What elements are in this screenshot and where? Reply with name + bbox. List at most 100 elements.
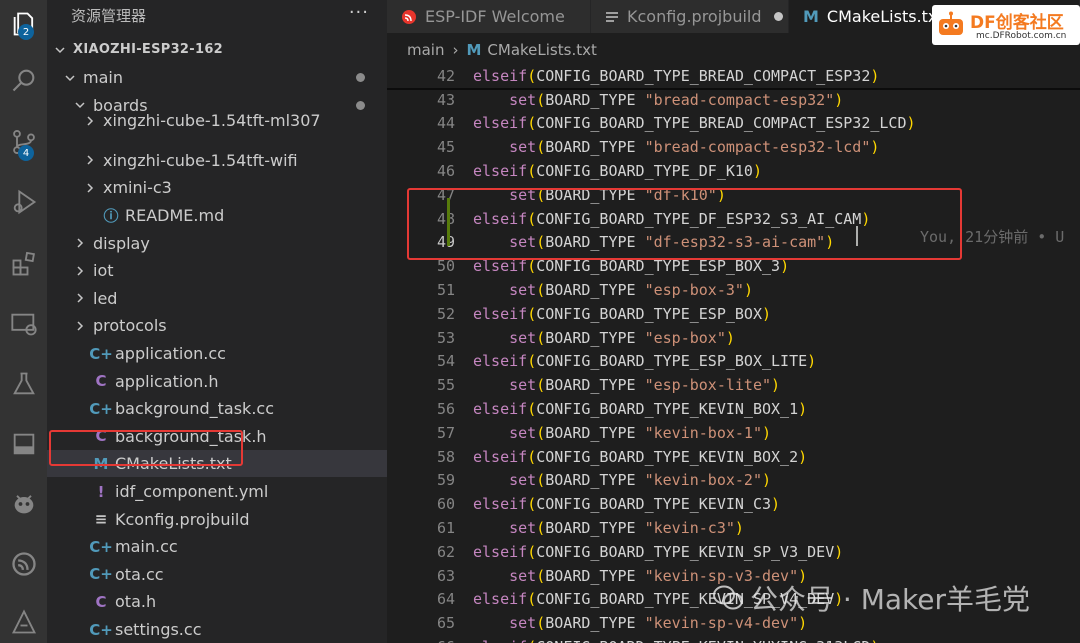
line-number: 59 <box>436 471 455 490</box>
config-token: CONFIG_BOARD_TYPE_ESP_BOX_LITE <box>536 352 808 371</box>
tree-item-label: application.cc <box>115 344 226 363</box>
platformio-button[interactable] <box>0 480 47 528</box>
tree-item-label: iot <box>93 261 114 281</box>
config-token: CONFIG_BOARD_TYPE_BREAD_COMPACT_ESP32 <box>536 66 871 85</box>
logo-url: mc.DFRobot.com.cn <box>976 31 1067 41</box>
code-line[interactable]: 57 set(BOARD_TYPE "kevin-box-1") <box>387 421 1080 445</box>
chevron-right-icon <box>83 155 97 165</box>
line-number: 54 <box>436 352 455 371</box>
code-line[interactable]: 54 elseif(CONFIG_BOARD_TYPE_ESP_BOX_LITE) <box>387 350 1080 374</box>
line-number: 60 <box>436 495 455 514</box>
config-token: CONFIG_BOARD_TYPE_ESP_BOX <box>536 304 762 323</box>
search-button[interactable] <box>0 56 47 104</box>
unsaved-dot-icon <box>773 12 783 21</box>
tree-item-label: xingzhi-cube-1.54tft-wifi <box>103 150 298 170</box>
tree-item[interactable]: Cota.h <box>47 588 387 615</box>
cpp-file-icon: C+ <box>89 565 113 584</box>
sticky-scroll-shadow <box>387 88 1080 90</box>
watermark-text: 公众号 · Maker羊毛党 <box>750 583 1030 616</box>
tree-item[interactable]: iot <box>47 257 387 284</box>
more-actions-button[interactable]: ··· <box>349 2 369 23</box>
run-debug-button[interactable] <box>0 178 47 226</box>
breadcrumb-folder[interactable]: main <box>407 41 444 59</box>
chevron-right-icon <box>73 321 87 331</box>
chevron-down-icon <box>53 45 67 55</box>
keyword-token: set <box>509 138 537 157</box>
code-line[interactable]: 55 set(BOARD_TYPE "esp-box-lite") <box>387 373 1080 397</box>
tab-esp-idf-welcome[interactable]: ESP-IDF Welcome <box>387 0 591 33</box>
tree-item-label: settings.cc <box>115 620 202 639</box>
extensions-button[interactable] <box>0 240 47 288</box>
panel-button[interactable] <box>0 420 47 468</box>
tree-item[interactable]: C+ background_task.cc <box>47 395 387 422</box>
tree-item[interactable]: ! idf_component.yml <box>47 478 387 505</box>
tree-item[interactable]: C+ ota.cc <box>47 561 387 588</box>
code-line[interactable]: 46 elseif(CONFIG_BOARD_TYPE_DF_K10) <box>387 159 1080 183</box>
tree-item[interactable]: xingzhi-cube-1.54tft-ml307 <box>47 107 387 134</box>
tree-item[interactable]: protocols <box>47 312 387 339</box>
tree-item[interactable]: ≡ Kconfig.projbuild <box>47 506 387 533</box>
string-token: "esp-box" <box>644 328 726 347</box>
tree-item[interactable]: Capplication.h <box>47 368 387 395</box>
line-number: 66 <box>387 638 455 643</box>
keyword-token: elseif <box>473 590 528 609</box>
explorer-button[interactable]: 2 <box>0 0 47 48</box>
code-line[interactable]: 59 set(BOARD_TYPE "kevin-box-2") <box>387 469 1080 493</box>
config-token: CONFIG_BOARD_TYPE_KEVIN_BOX_1 <box>536 400 799 419</box>
tree-item[interactable]: xingzhi-cube-1.54tft-wifi <box>47 147 387 174</box>
variable-token: BOARD_TYPE <box>545 614 636 633</box>
code-line[interactable]: 45 set(BOARD_TYPE "bread-compact-esp32-l… <box>387 135 1080 159</box>
tree-item-label: README.md <box>125 206 225 225</box>
idf-explorer-button[interactable] <box>0 598 47 643</box>
tab-label: CMakeLists.txt <box>826 7 944 26</box>
config-token: CONFIG_BOARD_TYPE_KEVIN_SP_V3_DEV <box>536 542 835 561</box>
code-line[interactable]: 53 set(BOARD_TYPE "esp-box") <box>387 326 1080 350</box>
code-line[interactable]: 62 elseif(CONFIG_BOARD_TYPE_KEVIN_SP_V3_D… <box>387 540 1080 564</box>
code-editor[interactable]: 42 elseif(CONFIG_BOARD_TYPE_BREAD_COMPACT… <box>387 66 1080 643</box>
line-number: 44 <box>436 114 455 133</box>
tree-item[interactable]: C+ application.cc <box>47 340 387 367</box>
code-line[interactable]: 61 set(BOARD_TYPE "kevin-c3") <box>387 516 1080 540</box>
workspace-root[interactable]: XIAOZHI-ESP32-162 <box>47 36 387 63</box>
tree-item[interactable]: C+ settings.cc <box>47 616 387 643</box>
tree-item[interactable]: xmini-c3 <box>47 174 387 201</box>
keyword-token: elseif <box>473 352 528 371</box>
tree-item-label: ota.h <box>115 592 157 612</box>
code-line[interactable]: 58 elseif(CONFIG_BOARD_TYPE_KEVIN_BOX_2) <box>387 445 1080 469</box>
code-line[interactable]: 60 elseif(CONFIG_BOARD_TYPE_KEVIN_C3) <box>387 492 1080 516</box>
testing-button[interactable] <box>0 360 47 408</box>
string-token: "bread-compact-esp32-lcd" <box>644 138 871 157</box>
keyword-token: elseif <box>473 162 528 181</box>
code-line[interactable]: 66elseif(CONFIG_BOARD_TYPE_KEVIN_YUYING_… <box>387 635 1080 643</box>
config-token: CONFIG_BOARD_TYPE_KEVIN_C3 <box>536 495 772 514</box>
line-number: 61 <box>436 519 455 538</box>
remote-explorer-button[interactable] <box>0 300 47 348</box>
keyword-token: set <box>509 281 537 300</box>
annotation-box-code <box>407 188 962 260</box>
code-line[interactable]: 51 set(BOARD_TYPE "esp-box-3") <box>387 278 1080 302</box>
tree-item[interactable]: C+ main.cc <box>47 533 387 560</box>
breadcrumb-file[interactable]: CMakeLists.txt <box>487 41 596 59</box>
tree-item[interactable]: ⓘ README.md <box>47 202 387 229</box>
config-token: CONFIG_BOARD_TYPE_KEVIN_BOX_2 <box>536 447 799 466</box>
remote-monitor-icon <box>10 313 37 336</box>
code-line[interactable]: 56 elseif(CONFIG_BOARD_TYPE_KEVIN_BOX_1) <box>387 397 1080 421</box>
chevron-down-icon <box>63 73 77 83</box>
source-control-button[interactable]: 4 <box>0 118 47 166</box>
sidebar-title: 资源管理器 <box>71 7 147 25</box>
dfrobot-logo: DF创客社区 mc.DFRobot.com.cn <box>932 5 1080 45</box>
line-number: 56 <box>436 400 455 419</box>
tree-item[interactable]: led <box>47 285 387 312</box>
chevron-right-icon <box>83 183 97 193</box>
code-line[interactable]: 43 set(BOARD_TYPE "bread-compact-esp32") <box>387 88 1080 112</box>
wechat-icon <box>713 585 743 610</box>
tree-item[interactable]: display <box>47 230 387 257</box>
espressif-tab-icon <box>401 9 417 25</box>
tree-item[interactable]: main <box>47 64 387 91</box>
espressif-button[interactable] <box>0 540 47 588</box>
code-line[interactable]: 52 elseif(CONFIG_BOARD_TYPE_ESP_BOX) <box>387 302 1080 326</box>
tab-kconfig-projbuild[interactable]: Kconfig.projbuild <box>591 0 789 33</box>
code-line[interactable]: 42 elseif(CONFIG_BOARD_TYPE_BREAD_COMPACT… <box>387 66 1080 88</box>
keyword-token: set <box>509 471 537 490</box>
code-line[interactable]: 44 elseif(CONFIG_BOARD_TYPE_BREAD_COMPACT… <box>387 112 1080 136</box>
